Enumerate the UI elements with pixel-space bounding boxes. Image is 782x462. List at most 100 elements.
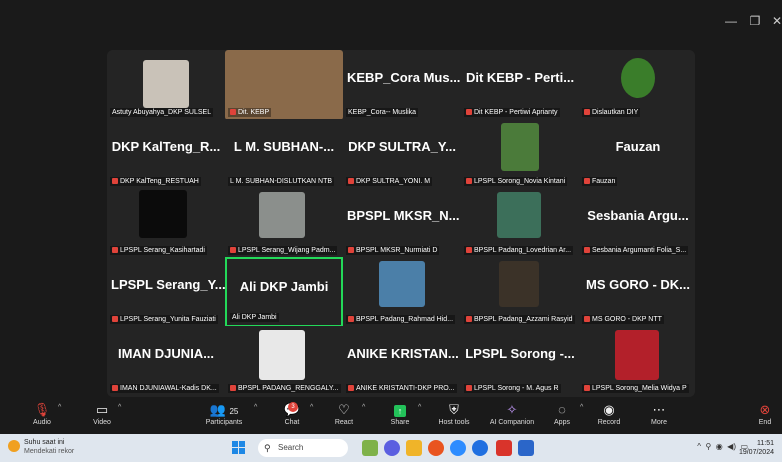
browser-icon[interactable]: [428, 440, 444, 456]
audio-button[interactable]: 🎙 Audio ^: [22, 401, 62, 426]
participant-tile[interactable]: Dit KEBP - Perti... Dit KEBP - Pertiwi Ap…: [461, 50, 579, 120]
mic-muted-icon: [348, 178, 354, 185]
participant-tile[interactable]: KEBP_Cora Mus... KEBP_Cora-- Muslika: [343, 50, 461, 120]
participant-tile[interactable]: LPSPL Serang_Y... LPSPL Serang_Yunita Fau…: [107, 257, 225, 327]
chevron-up-icon[interactable]: ^: [310, 404, 313, 411]
participant-tile[interactable]: IMAN DJUNIA... IMAN DJUNIAWAL-Kadis DK...: [107, 326, 225, 396]
chevron-up-icon[interactable]: ^: [118, 404, 121, 411]
participant-tile[interactable]: BPSPL Padang_Rahmad Hid...: [343, 257, 461, 327]
share-button[interactable]: ↑ Share ^: [384, 401, 422, 426]
mic-muted-icon: [348, 385, 354, 392]
more-button[interactable]: ⋯ More: [644, 401, 674, 426]
weather-icon: [8, 440, 20, 452]
chevron-up-icon[interactable]: ^: [58, 404, 61, 411]
chat-button[interactable]: 💬 3 Chat ^: [276, 401, 313, 426]
participant-display-name: Sesbania Argu...: [587, 208, 689, 223]
mic-muted-icon: [230, 109, 236, 116]
participant-tile[interactable]: LPSPL Sorong -... LPSPL Sorong - M. Agus …: [461, 326, 579, 396]
gallery-view: Astuty Abuyahya_DKP SULSEL Dit. KEBP KEBP_…: [107, 50, 695, 397]
participant-tile[interactable]: DKP SULTRA_Y... DKP SULTRA_YONI. M: [343, 119, 461, 189]
participant-display-name: BPSPL MKSR_N...: [347, 208, 460, 223]
copilot-icon[interactable]: [384, 440, 400, 456]
chevron-up-icon[interactable]: ^: [254, 404, 257, 411]
participant-name-label: Dit KEBP - Pertiwi Aprianty: [464, 108, 560, 117]
mic-muted-icon: [466, 385, 472, 392]
participant-display-name: DKP KalTeng_R...: [111, 139, 221, 154]
participant-tile[interactable]: LPSPL Sorong_Novia Kintani: [461, 119, 579, 189]
participant-tile[interactable]: LPSPL Serang_Kasihartadi: [107, 188, 225, 258]
mic-muted-icon: 🎙: [33, 402, 51, 417]
participant-name-label: Ali DKP Jambi: [230, 313, 279, 322]
mic-muted-icon: [466, 316, 472, 323]
participant-tile[interactable]: Sesbania Argu... Sesbania Argumanti Folia…: [579, 188, 695, 258]
zoom-icon[interactable]: [472, 440, 488, 456]
end-button[interactable]: ⊗ End: [752, 401, 778, 426]
widget-app-icon[interactable]: [362, 440, 378, 456]
share-icon: ↑: [384, 401, 416, 419]
participant-tile[interactable]: Dit. KEBP: [225, 50, 343, 120]
mic-muted-icon: [584, 247, 590, 254]
participant-tile[interactable]: Fauzan Fauzan: [579, 119, 695, 189]
participant-tile[interactable]: Ali DKP Jambi Ali DKP Jambi: [225, 257, 343, 327]
participant-name-label: LPSPL Sorong_Melia Widya P: [582, 384, 689, 393]
participant-tile[interactable]: LPSPL Serang_Wijang Padm...: [225, 188, 343, 258]
participant-display-name: KEBP_Cora Mus...: [347, 70, 461, 85]
weather-widget[interactable]: Suhu saat ini Mendekati rekor: [8, 438, 74, 456]
participant-name-label: LPSPL Sorong - M. Agus R: [464, 384, 561, 393]
apps-button[interactable]: ◌ Apps ^: [548, 401, 583, 426]
shield-icon: ⛨: [449, 402, 459, 417]
participant-tile[interactable]: L M. SUBHAN-... L M. SUBHAN-DISLUTKAN NTB: [225, 119, 343, 189]
participant-tile[interactable]: LPSPL Sorong_Melia Widya P: [579, 326, 695, 396]
react-button[interactable]: ♡ React ^: [328, 401, 365, 426]
participant-video: [621, 58, 655, 98]
windows-start-icon[interactable]: [232, 441, 246, 455]
file-explorer-icon[interactable]: [406, 440, 422, 456]
mic-muted-icon: [112, 385, 118, 392]
taskbar-search[interactable]: ⚲ Search: [258, 439, 348, 457]
participant-name-label: LPSPL Serang_Kasihartadi: [110, 246, 207, 255]
participant-tile[interactable]: ANIKE KRISTAN... ANIKE KRISTANTI-DKP PRO.…: [343, 326, 461, 396]
participants-button[interactable]: 👥 25 Participants ^: [198, 401, 258, 426]
mic-muted-icon: [112, 247, 118, 254]
minimize-icon[interactable]: —: [722, 12, 740, 30]
participant-name-label: BPSPL Padang_Lovedrian Ar...: [464, 246, 574, 255]
participant-tile[interactable]: DKP KalTeng_R... DKP KalTeng_RESTUAH: [107, 119, 225, 189]
participant-tile[interactable]: BPSPL Padang_Azzami Rasyid: [461, 257, 579, 327]
participant-name-label: Dit. KEBP: [228, 108, 272, 117]
chevron-up-icon[interactable]: ^: [418, 404, 421, 411]
mic-muted-icon: [348, 316, 354, 323]
participant-name-label: DKP KalTeng_RESTUAH: [110, 177, 201, 186]
participant-video: [259, 192, 305, 238]
host-tools-button[interactable]: ⛨ Host tools: [432, 401, 476, 426]
participant-tile[interactable]: BPSPL PADANG_RENGGALY...: [225, 326, 343, 396]
participant-name-label: DKP SULTRA_YONI. M: [346, 177, 433, 186]
close-icon[interactable]: ✕: [768, 12, 782, 30]
participant-display-name: ANIKE KRISTAN...: [347, 346, 459, 361]
title-bar: — ❐ ✕: [0, 0, 782, 44]
pdf-app-icon[interactable]: [496, 440, 512, 456]
mic-muted-icon: [584, 385, 590, 392]
heart-icon: ♡: [338, 402, 350, 417]
participant-video: [497, 192, 541, 238]
participant-tile[interactable]: BPSPL MKSR_N... BPSPL MKSR_Nurmiati D: [343, 188, 461, 258]
participant-tile[interactable]: BPSPL Padang_Lovedrian Ar...: [461, 188, 579, 258]
ai-companion-button[interactable]: ✧ AI Companion: [482, 401, 542, 426]
participant-display-name: Dit KEBP - Perti...: [465, 70, 575, 85]
chrome-icon[interactable]: [450, 440, 466, 456]
participant-name-label: LPSPL Serang_Yunita Fauziati: [110, 315, 218, 324]
record-button[interactable]: ◉ Record: [592, 401, 626, 426]
chevron-up-icon[interactable]: ^: [580, 404, 583, 411]
participant-video: [139, 190, 187, 238]
participant-name-label: Fauzan: [582, 177, 618, 186]
clock[interactable]: 11:51 19/07/2024: [739, 439, 774, 457]
mic-muted-icon: [466, 178, 472, 185]
record-icon: ◉: [603, 402, 615, 417]
video-button[interactable]: ▭ Video ^: [82, 401, 122, 426]
participant-tile[interactable]: MS GORO - DK... MS GORO - DKP NTT: [579, 257, 695, 327]
participant-tile[interactable]: Dislautkan DIY: [579, 50, 695, 120]
maximize-icon[interactable]: ❐: [746, 12, 764, 30]
chevron-up-icon[interactable]: ^: [362, 404, 365, 411]
participant-tile[interactable]: Astuty Abuyahya_DKP SULSEL: [107, 50, 225, 120]
word-icon[interactable]: [518, 440, 534, 456]
participant-video: [499, 261, 539, 307]
